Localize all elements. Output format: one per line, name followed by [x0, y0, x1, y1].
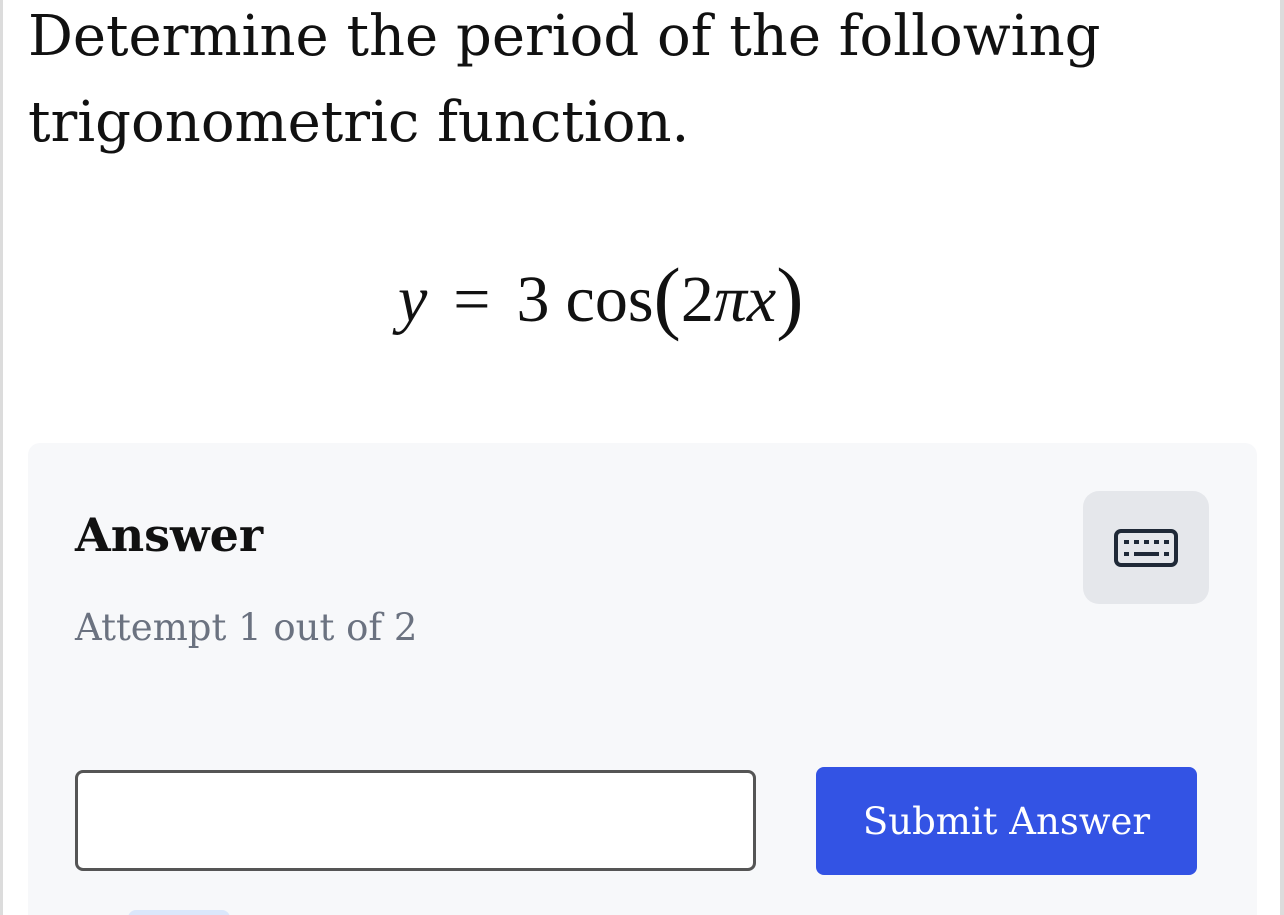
attempt-counter: Attempt 1 out of 2 — [75, 606, 418, 649]
equation-arg-var: x — [746, 263, 777, 336]
answer-input[interactable] — [75, 770, 756, 871]
equation-close-paren: ) — [776, 251, 804, 342]
left-frame-edge — [0, 0, 3, 915]
submit-answer-button[interactable]: Submit Answer — [816, 767, 1197, 875]
equation-lhs: y — [398, 263, 428, 336]
right-frame-edge — [1280, 0, 1284, 915]
partially-visible-tab — [128, 910, 230, 915]
answer-heading: Answer — [75, 508, 264, 562]
equation-arg-pi: π — [713, 263, 747, 336]
equation-equals: = — [453, 263, 491, 336]
equation-arg-number: 2 — [680, 263, 714, 336]
equation-coefficient: 3 — [516, 263, 550, 336]
keyboard-icon — [1114, 528, 1178, 567]
equation: y = 3 cos ( 2 π x ) — [398, 255, 804, 345]
keyboard-toggle-button[interactable] — [1083, 491, 1209, 604]
equation-open-paren: ( — [653, 251, 681, 342]
question-text: Determine the period of the following tr… — [28, 4, 1101, 155]
equation-function: cos — [565, 263, 654, 336]
